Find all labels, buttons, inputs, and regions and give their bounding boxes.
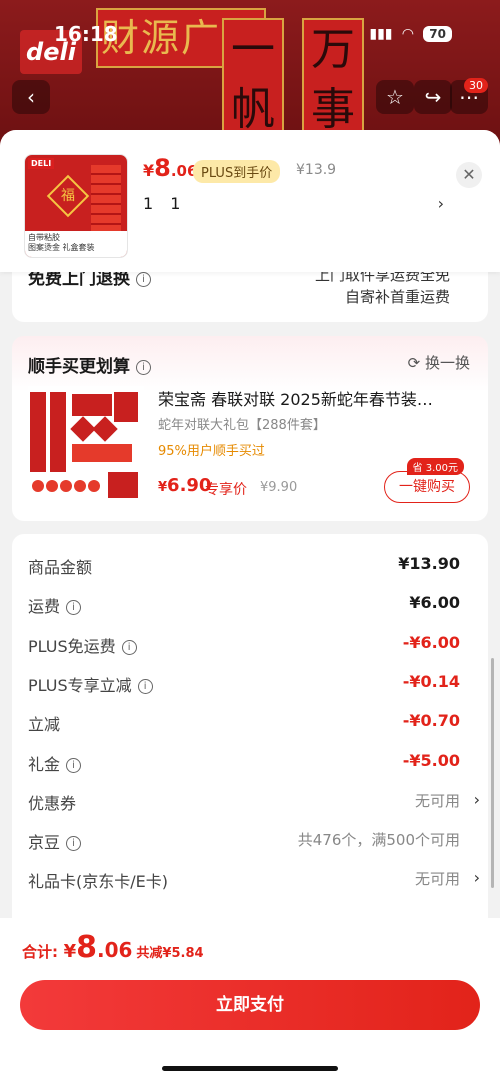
signal-icon: ▮▮▮ [369, 26, 393, 42]
addon-product-spec: 蛇年对联大礼包【288件套】 [158, 418, 326, 433]
product-thumbnail[interactable]: DELI 福 自带粘胶 图案烫金 礼盒套装 [24, 154, 128, 258]
addon-product-image[interactable] [28, 386, 144, 502]
refresh-icon: ⟳ [407, 354, 425, 372]
summary-label: 立减 [28, 715, 61, 735]
favorite-button[interactable]: ☆ [376, 80, 414, 114]
summary-row[interactable]: 京豆 i 共476个，满500个可用 [28, 829, 474, 853]
info-icon[interactable]: i [136, 360, 151, 375]
battery-icon: 70 [423, 26, 452, 42]
selected-spec[interactable]: 1 1 [143, 194, 186, 213]
total-discount: 共减¥5.84 [136, 946, 204, 961]
addon-original-price: ¥9.90 [260, 480, 298, 495]
order-total: 合计: ¥8.06 共减¥5.84 [22, 930, 204, 965]
price-summary-card: 商品金额 ¥13.90 运费 i ¥6.00 PLUS免运费 i -¥6.00 PLUS专享立减… [12, 534, 488, 918]
summary-row: 立减 -¥0.70 [28, 711, 474, 735]
home-indicator[interactable] [162, 1066, 338, 1071]
summary-label: PLUS免运费 i [28, 633, 137, 657]
info-icon[interactable]: i [66, 600, 82, 616]
original-price: ¥13.9 [296, 162, 337, 178]
product-price: ¥8.06 [143, 154, 198, 182]
summary-label: PLUS专享立减 i [28, 672, 153, 696]
close-button[interactable]: ✕ [456, 162, 482, 188]
addon-buy-rate: 95%用户顺手买过 [158, 444, 265, 459]
scrollbar[interactable] [491, 658, 494, 888]
product-page-background: 财源广进 一帆 万事 deli 16:18 ▮▮▮ ◠ 70 ‹ ☆ ↪ ⋯ 3… [0, 0, 500, 140]
info-icon[interactable]: i [137, 678, 153, 694]
summary-label: 礼品卡(京东卡/E卡) [28, 872, 168, 892]
summary-label: 优惠券 [28, 793, 77, 813]
summary-value: -¥0.14 [402, 671, 460, 691]
addon-price: ¥6.90 [158, 475, 212, 496]
summary-value: 无可用 [414, 870, 460, 889]
summary-value: ¥13.90 [398, 554, 460, 573]
summary-label: 礼金 i [28, 751, 82, 775]
summary-row[interactable]: 运费 i ¥6.00 [28, 593, 474, 617]
plus-price-badge: PLUS到手价 [193, 160, 281, 183]
summary-value: -¥0.70 [402, 711, 460, 731]
fu-decoration: 福 [46, 174, 90, 218]
info-icon[interactable]: i [66, 757, 82, 773]
addon-product-name[interactable]: 荣宝斋 春联对联 2025新蛇年春节装… [158, 386, 470, 410]
thumb-brand-tag: DELI [28, 158, 55, 169]
summary-label: 商品金额 [28, 558, 93, 577]
sheet-header: DELI 福 自带粘胶 图案烫金 礼盒套装 ¥8.06 PLUS到手价 ¥13.9… [0, 130, 500, 272]
sheet-scroll-area[interactable]: 免费上门退换 i 上门取件享运费全免 自寄补首重运费 顺手买更划算 i ⟳ 换一换 [0, 258, 500, 918]
chevron-right-icon[interactable]: › [474, 868, 480, 887]
info-icon[interactable]: i [121, 639, 137, 655]
lantern-decoration [91, 165, 121, 237]
addon-title: 顺手买更划算 i [28, 352, 151, 377]
status-time: 16:18 [54, 22, 118, 46]
summary-value: 共476个，满500个可用 [297, 831, 460, 850]
summary-row[interactable]: PLUS专享立减 i -¥0.14 [28, 672, 474, 696]
summary-row: 商品金额 ¥13.90 [28, 554, 474, 578]
summary-value: 无可用 [414, 791, 460, 810]
wifi-icon: ◠ [402, 26, 414, 42]
share-button[interactable]: ↪ [414, 80, 452, 114]
pay-now-button[interactable]: 立即支付 [20, 980, 480, 1030]
summary-value: ¥6.00 [409, 593, 460, 613]
one-click-buy-button[interactable]: 一键购买 [384, 471, 470, 503]
checkout-sheet: DELI 福 自带粘胶 图案烫金 礼盒套装 ¥8.06 PLUS到手价 ¥13.9… [0, 130, 500, 1083]
summary-row[interactable]: 优惠券 无可用 › [28, 790, 480, 814]
cart-badge: 30 [464, 78, 488, 93]
summary-label: 运费 i [28, 593, 82, 617]
couplet-decoration: 一帆 [222, 18, 284, 140]
thumb-caption: 自带粘胶 图案烫金 礼盒套装 [25, 231, 127, 257]
info-icon[interactable]: i [66, 836, 82, 852]
summary-row[interactable]: PLUS免运费 i -¥6.00 [28, 633, 474, 657]
save-badge: 省 3.00元 [406, 458, 464, 475]
info-icon[interactable]: i [136, 272, 151, 287]
back-button[interactable]: ‹ [12, 80, 50, 114]
chevron-right-icon[interactable]: › [438, 194, 444, 213]
status-icons: ▮▮▮ ◠ 70 [369, 26, 452, 42]
checkout-footer: 合计: ¥8.06 共减¥5.84 立即支付 [0, 918, 500, 1083]
addon-price-label: 专享价 [205, 482, 247, 498]
couplet-decoration: 万事 [302, 18, 364, 140]
chevron-right-icon[interactable]: › [474, 790, 480, 809]
summary-value: -¥5.00 [402, 750, 460, 770]
return-policy-line: 自寄补首重运费 [344, 288, 450, 306]
summary-value: -¥6.00 [402, 632, 460, 652]
addon-card: 顺手买更划算 i ⟳ 换一换 荣宝斋 春联对联 2025新蛇年春节装… 蛇年对联大… [12, 336, 488, 521]
swap-button[interactable]: ⟳ 换一换 [408, 352, 470, 373]
summary-row[interactable]: 礼品卡(京东卡/E卡) 无可用 › [28, 868, 480, 892]
summary-label: 京豆 i [28, 829, 82, 853]
summary-row[interactable]: 礼金 i -¥5.00 [28, 751, 474, 775]
